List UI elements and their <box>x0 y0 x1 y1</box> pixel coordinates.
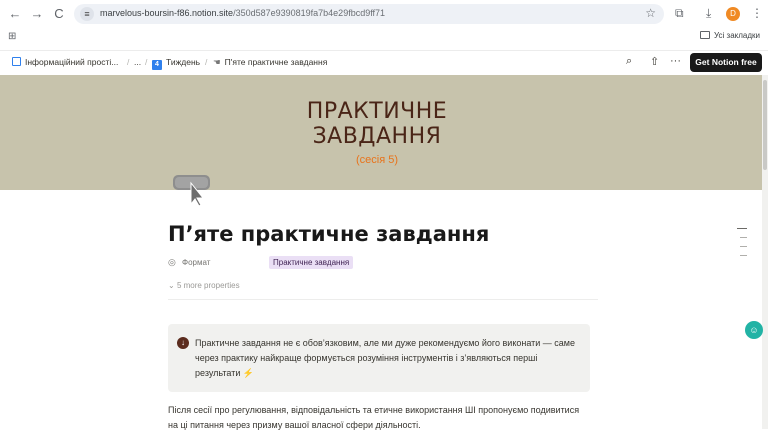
get-notion-free-button[interactable]: Get Notion free <box>690 53 762 72</box>
extensions-icon[interactable]: ⧉ <box>675 6 684 21</box>
download-icon[interactable]: ⤓ <box>706 6 711 21</box>
breadcrumb-label: Інформаційний прості... <box>25 57 119 67</box>
page-cover: ПРАКТИЧНЕ ЗАВДАННЯ (сесія 5) <box>0 75 768 190</box>
bookmark-star-icon[interactable]: ☆ <box>645 6 656 20</box>
folder-icon <box>699 31 710 39</box>
cover-subtitle: (сесія 5) <box>355 154 399 166</box>
reload-icon: C <box>54 6 64 21</box>
callout-block: ↓ Практичне завдання не є обов’язковим, … <box>168 324 590 392</box>
profile-avatar[interactable]: D <box>726 7 740 21</box>
cover-title-line2: ЗАВДАННЯ <box>312 124 442 149</box>
toc-line[interactable] <box>740 246 747 247</box>
breadcrumb-item-current[interactable]: ☚ П'яте практичне завдання <box>213 57 327 68</box>
all-bookmarks-button[interactable]: Усі закладки <box>699 31 760 40</box>
apps-grid-icon[interactable]: ⊞ <box>8 31 16 42</box>
breadcrumb-separator: / <box>205 57 208 67</box>
property-name: Формат <box>182 258 211 267</box>
bookmarks-bar: ⊞ Усі закладки <box>0 28 768 46</box>
property-tag: Практичне завдання <box>269 256 354 269</box>
breadcrumb-separator: / <box>145 57 148 67</box>
toc-line[interactable] <box>740 237 747 238</box>
target-icon: ◎ <box>168 257 176 267</box>
breadcrumb-separator: / <box>127 57 130 67</box>
site-info-icon[interactable]: ≡ <box>80 7 94 21</box>
url-text: marvelous-boursin-f86.notion.site/350d58… <box>100 8 385 18</box>
callout-pin-icon: ↓ <box>177 337 189 349</box>
cover-title: ПРАКТИЧНЕ ЗАВДАННЯ <box>0 99 754 149</box>
more-properties-toggle[interactable]: ⌄ 5 more properties <box>168 281 240 290</box>
breadcrumb-item-ellipsis[interactable]: ... <box>134 57 141 67</box>
toc-line[interactable] <box>740 255 747 256</box>
url-path: /350d587e9390819fa7b4e29fbcd9ff71 <box>233 8 386 18</box>
breadcrumb-label: Тиждень <box>166 57 201 67</box>
back-button[interactable]: ← <box>6 5 24 23</box>
back-arrow-icon: ← <box>8 6 22 21</box>
notion-topbar: Інформаційний прості... / ... / 4 Тиждень… <box>0 50 768 74</box>
scrollbar-thumb[interactable] <box>763 80 767 170</box>
breadcrumb-item-workspace[interactable]: Інформаційний прості... <box>12 57 118 67</box>
all-bookmarks-label: Усі закладки <box>713 31 760 40</box>
search-icon[interactable]: ⌕ <box>626 55 632 68</box>
page-icon <box>12 57 21 66</box>
toc-line[interactable] <box>737 228 747 229</box>
address-bar[interactable]: ≡ marvelous-boursin-f86.notion.site/350d… <box>74 4 664 24</box>
chevron-down-icon: ⌄ <box>168 281 177 290</box>
cover-title-line1: ПРАКТИЧНЕ <box>306 99 448 124</box>
browser-toolbar: ← → C ≡ marvelous-boursin-f86.notion.sit… <box>0 0 768 28</box>
table-of-contents-rail[interactable] <box>737 228 747 264</box>
page-title: П’яте практичне завдання <box>168 222 490 246</box>
forward-button[interactable]: → <box>28 5 46 23</box>
forward-arrow-icon: → <box>30 6 44 21</box>
more-properties-label: 5 more properties <box>176 281 240 290</box>
property-row-format[interactable]: ◎ Формат Практичне завдання <box>168 256 598 270</box>
browser-menu-icon[interactable]: ⋮ <box>751 6 763 20</box>
breadcrumb-item-week[interactable]: 4 Тиждень <box>152 57 200 70</box>
chat-button[interactable]: ☺ <box>745 321 763 339</box>
more-options-icon[interactable]: ··· <box>670 55 681 67</box>
hand-pointer-icon[interactable] <box>172 173 212 207</box>
breadcrumb-label: П'яте практичне завдання <box>224 57 328 67</box>
url-host: marvelous-boursin-f86.notion.site <box>100 8 234 18</box>
share-icon[interactable]: ⇧ <box>650 55 659 68</box>
number-4-icon: 4 <box>152 60 162 70</box>
lightning-icon: ⚡ <box>242 368 255 378</box>
callout-text: Практичне завдання не є обов’язковим, ал… <box>195 336 579 381</box>
hand-pointer-small-icon: ☚ <box>213 57 221 67</box>
properties-divider <box>168 299 598 300</box>
reload-button[interactable]: C <box>50 5 68 23</box>
